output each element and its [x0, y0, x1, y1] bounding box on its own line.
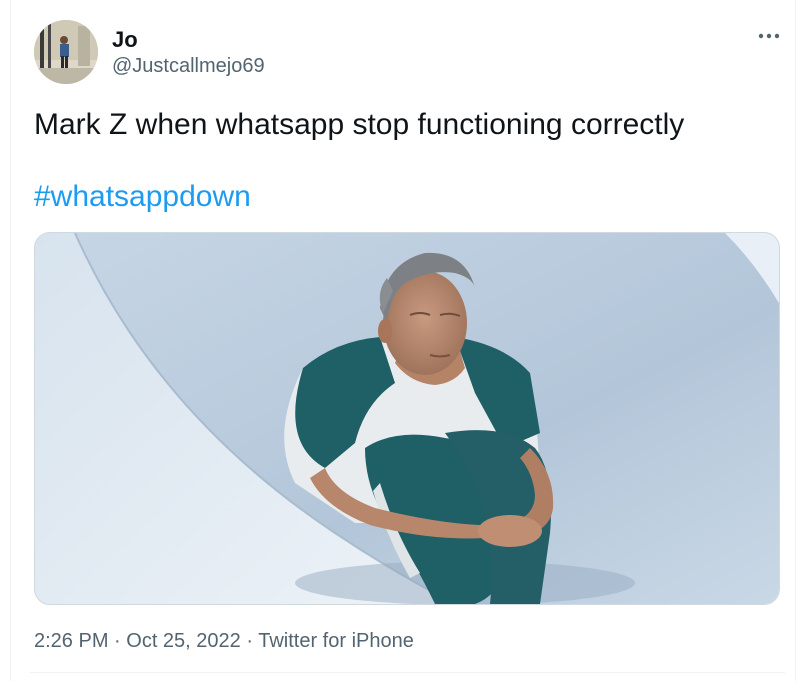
handle[interactable]: @Justcallmejo69: [112, 54, 265, 78]
avatar[interactable]: [34, 20, 98, 84]
tweet-card: Jo @Justcallmejo69 Mark Z when whatsapp …: [0, 0, 800, 681]
meta-separator-2: ·: [240, 630, 259, 652]
avatar-image: [34, 20, 98, 84]
tweet-border-left: [10, 0, 11, 681]
display-name[interactable]: Jo: [112, 27, 138, 53]
more-options-button[interactable]: [754, 24, 784, 48]
photo-illustration: [35, 233, 779, 604]
tweet-text: Mark Z when whatsapp stop functioning co…: [34, 108, 685, 141]
more-horizontal-icon: [758, 33, 780, 39]
meta-separator: ·: [108, 630, 127, 652]
tweet-border-bottom: [30, 672, 785, 673]
tweet-source[interactable]: Twitter for iPhone: [258, 630, 414, 652]
tweet-photo[interactable]: [34, 232, 780, 605]
tweet-time[interactable]: 2:26 PM: [34, 630, 108, 652]
tweet-date[interactable]: Oct 25, 2022: [126, 630, 241, 652]
tweet-meta: 2:26 PM · Oct 25, 2022 · Twitter for iPh…: [34, 628, 414, 654]
tweet-border-right: [795, 0, 796, 681]
hashtag-link[interactable]: #whatsappdown: [34, 178, 251, 216]
